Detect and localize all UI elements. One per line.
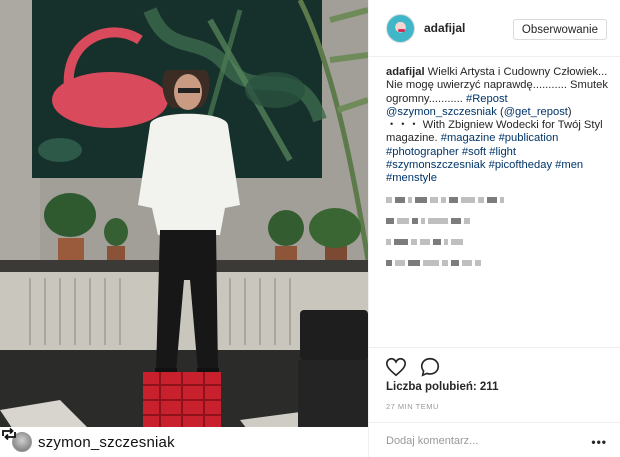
hashtag-link[interactable]: #menstyle xyxy=(386,172,437,184)
heart-icon[interactable] xyxy=(385,356,407,378)
mention-link[interactable]: @get_repost xyxy=(504,106,568,118)
hashtag-link[interactable]: #picoftheday xyxy=(489,159,552,171)
blurred-comment xyxy=(386,257,608,269)
caption-paren-close: ) xyxy=(567,105,572,118)
post-side-panel: adafijal Obserwowanie adafijal Wielki Ar… xyxy=(368,0,620,457)
post-photo[interactable]: szymon_szczesniak xyxy=(0,0,368,457)
avatar[interactable] xyxy=(386,13,415,43)
red-crate xyxy=(143,372,221,428)
likes-count[interactable]: Liczba polubień: 211 xyxy=(386,381,498,393)
blurred-comment xyxy=(386,215,608,227)
hashtag-link[interactable]: #magazine xyxy=(441,132,496,144)
hashtag-link[interactable]: #publication xyxy=(499,132,559,144)
hashtag-link[interactable]: #soft xyxy=(462,146,486,158)
repost-username: szymon_szczesniak xyxy=(38,433,175,451)
caption-author[interactable]: adafijal xyxy=(386,66,425,78)
post-caption: adafijal Wielki Artysta i Cudowny Człowi… xyxy=(386,66,608,278)
hashtag-link[interactable]: #photographer xyxy=(386,146,459,158)
post-actions: Liczba polubień: 211 27 MIN TEMU ••• xyxy=(369,347,620,457)
post-header: adafijal Obserwowanie xyxy=(369,0,620,57)
more-options-button[interactable]: ••• xyxy=(591,435,607,449)
hashtag-link[interactable]: #Repost xyxy=(466,93,508,105)
caption-paren-open: ( xyxy=(496,105,504,118)
comment-box: ••• xyxy=(369,422,620,457)
mention-link[interactable]: @szymon_szczesniak xyxy=(386,106,497,118)
hashtag-link[interactable]: #men xyxy=(555,159,583,171)
action-icons xyxy=(385,356,441,378)
hashtag-link[interactable]: #szymonszczesniak xyxy=(386,159,485,171)
header-username[interactable]: adafijal xyxy=(424,21,465,35)
blurred-comment xyxy=(386,236,608,248)
hashtag-link[interactable]: #light xyxy=(489,146,516,158)
post-timestamp[interactable]: 27 MIN TEMU xyxy=(386,402,439,411)
repost-banner: szymon_szczesniak xyxy=(0,427,368,457)
repost-icon xyxy=(2,427,16,441)
comment-input[interactable] xyxy=(386,434,576,447)
blurred-comment xyxy=(386,194,608,206)
photo-scene xyxy=(0,0,368,457)
blurred-comments xyxy=(386,194,608,269)
following-button[interactable]: Obserwowanie xyxy=(512,19,607,40)
caption-text: ・・・ With Zbigniew Wodecki for Twój Styl … xyxy=(386,119,603,145)
speech-bubble-icon[interactable] xyxy=(419,356,441,378)
